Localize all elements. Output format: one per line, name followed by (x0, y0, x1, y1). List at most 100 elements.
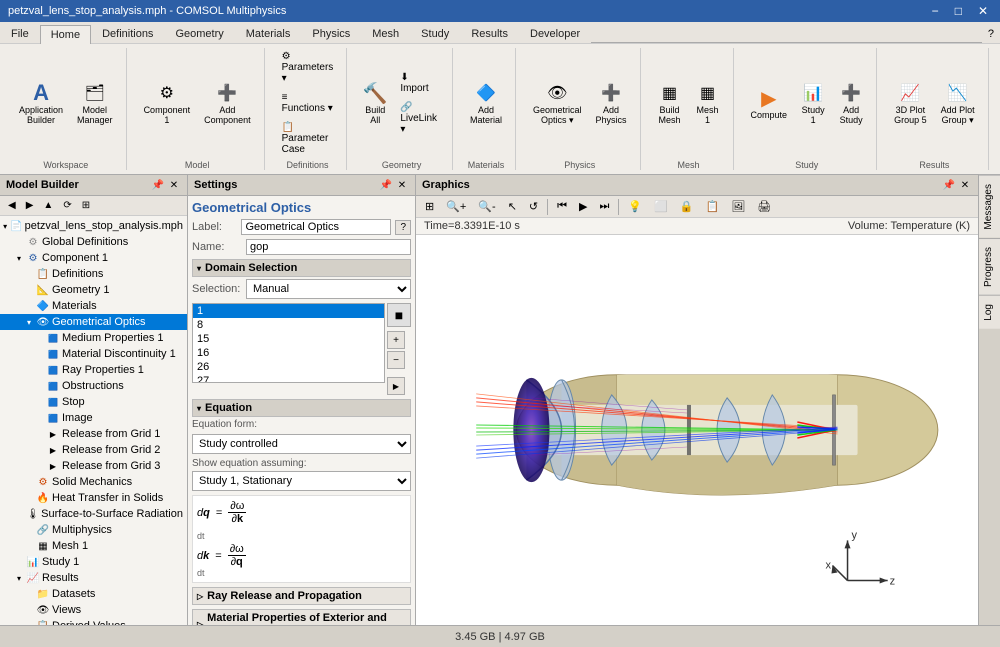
domain-item-15[interactable]: 15 (193, 332, 384, 346)
graphics-close-button[interactable]: ✕ (958, 178, 972, 192)
build-mesh-button[interactable]: ▦ BuildMesh (653, 78, 687, 128)
livelink-button[interactable]: 🔗 LiveLink ▾ (395, 99, 444, 138)
ray-release-header[interactable]: ▷ Ray Release and Propagation (192, 587, 411, 605)
import-button[interactable]: ⬇ Import (395, 69, 444, 97)
zoom-in-button[interactable]: 🔍+ (441, 198, 471, 215)
equation-section-header[interactable]: ▾ Equation (192, 399, 411, 417)
tab-physics[interactable]: Physics (301, 24, 361, 43)
tree-item-mat[interactable]: 🔷 Materials (0, 298, 187, 314)
component-button[interactable]: ⚙ Component1 (139, 78, 196, 128)
tree-item-mat-disc[interactable]: 🟦 Material Discontinuity 1 (0, 346, 187, 362)
settings-close-button[interactable]: ✕ (395, 178, 409, 192)
domain-item-8[interactable]: 8 (193, 318, 384, 332)
model-manager-button[interactable]: 🗂 ModelManager (72, 78, 118, 128)
parameter-case-button[interactable]: 📋 Parameter Case (277, 119, 339, 158)
tree-item-def[interactable]: 📋 Definitions (0, 266, 187, 282)
next-frame-button[interactable]: ⏭ (595, 198, 615, 215)
tree-item-derived[interactable]: 📋 Derived Values (0, 618, 187, 625)
build-all-button[interactable]: 🔨 BuildAll (359, 78, 391, 128)
domain-item-26[interactable]: 26 (193, 360, 384, 374)
prev-frame-button[interactable]: ⏮ (552, 198, 572, 215)
tree-item-rel-grid2[interactable]: ▶ Release from Grid 2 (0, 442, 187, 458)
domain-item-1[interactable]: 1 (193, 304, 384, 318)
domain-item-27[interactable]: 27 (193, 374, 384, 383)
tree-item-stop[interactable]: 🟦 Stop (0, 394, 187, 410)
label-help-button[interactable]: ? (395, 220, 411, 235)
minimize-button[interactable]: − (928, 4, 943, 18)
tab-geometry[interactable]: Geometry (164, 24, 234, 43)
tab-study[interactable]: Study (410, 24, 460, 43)
tree-item-datasets[interactable]: 📁 Datasets (0, 586, 187, 602)
tree-item-solid-mech[interactable]: ⚙ Solid Mechanics (0, 474, 187, 490)
parameters-button[interactable]: ⚙ Parameters ▾ (277, 48, 339, 87)
tab-definitions[interactable]: Definitions (91, 24, 164, 43)
select-button[interactable]: ↖ (503, 198, 522, 215)
print-button[interactable]: 🖨 (752, 198, 776, 215)
domain-remove-button[interactable]: − (387, 351, 405, 369)
label-field-input[interactable] (241, 219, 391, 235)
mb-forward-button[interactable]: ▶ (22, 198, 38, 213)
graphics-view[interactable]: y z x (416, 235, 978, 625)
eq-assuming-dropdown[interactable]: Study 1, Stationary (192, 471, 411, 491)
tree-item-rel-grid3[interactable]: ▶ Release from Grid 3 (0, 458, 187, 474)
messages-tab[interactable]: Messages (979, 175, 1000, 238)
log-tab[interactable]: Log (979, 295, 1000, 329)
domain-selection-header[interactable]: ▾ Domain Selection (192, 259, 411, 277)
scene-light-button[interactable]: 💡 (623, 198, 647, 215)
rotate-button[interactable]: ↺ (524, 198, 543, 215)
save-image-button[interactable]: 🖼 (726, 198, 750, 215)
add-component-button[interactable]: ➕ AddComponent (199, 78, 256, 128)
zoom-fit-button[interactable]: ⊞ (420, 198, 439, 215)
tab-results[interactable]: Results (460, 24, 519, 43)
lock-button[interactable]: 🔒 (675, 198, 699, 215)
tree-item-multiphys[interactable]: 🔗 Multiphysics (0, 522, 187, 538)
tree-item-global-def[interactable]: ⚙ Global Definitions (0, 234, 187, 250)
close-button[interactable]: ✕ (974, 4, 992, 18)
mb-close-button[interactable]: ✕ (167, 178, 181, 192)
geometrical-optics-button[interactable]: 👁 GeometricalOptics ▾ (528, 78, 587, 129)
tree-item-study1[interactable]: 📊 Study 1 (0, 554, 187, 570)
mb-back-button[interactable]: ◀ (4, 198, 20, 213)
mb-refresh-button[interactable]: ⟳ (59, 198, 75, 213)
add-physics-button[interactable]: ➕ AddPhysics (591, 78, 632, 128)
add-plot-button[interactable]: 📉 Add PlotGroup ▾ (936, 78, 980, 129)
tree-item-geopt[interactable]: ▾ 👁 Geometrical Optics (0, 314, 187, 330)
functions-button[interactable]: ≡ Functions ▾ (277, 89, 339, 117)
mb-pin-button[interactable]: 📌 (151, 178, 165, 192)
domain-add-button[interactable]: + (387, 331, 405, 349)
tree-item-ray-prop[interactable]: 🟦 Ray Properties 1 (0, 362, 187, 378)
help-button[interactable]: ? (982, 25, 1000, 43)
copy-image-button[interactable]: 📋 (701, 198, 725, 215)
name-field-input[interactable] (246, 239, 411, 255)
selection-dropdown[interactable]: Manual (246, 279, 411, 299)
3d-plot-group-button[interactable]: 📈 3D PlotGroup 5 (889, 78, 932, 128)
tab-materials[interactable]: Materials (235, 24, 302, 43)
zoom-out-button[interactable]: 🔍- (473, 198, 500, 215)
tree-item-rel-grid1[interactable]: ▶ Release from Grid 1 (0, 426, 187, 442)
tab-home[interactable]: Home (40, 25, 91, 44)
play-button[interactable]: ▶ (574, 198, 592, 215)
settings-pin-button[interactable]: 📌 (379, 178, 393, 192)
tree-item-results[interactable]: ▾ 📈 Results (0, 570, 187, 586)
domain-up-button[interactable]: ▶ (387, 377, 405, 395)
tree-item-views[interactable]: 👁 Views (0, 602, 187, 618)
tree-item-geom1[interactable]: 📐 Geometry 1 (0, 282, 187, 298)
domain-list[interactable]: 1 8 15 16 26 27 (192, 303, 385, 383)
tree-item-image[interactable]: 🟦 Image (0, 410, 187, 426)
tree-item-mesh1[interactable]: ▦ Mesh 1 (0, 538, 187, 554)
tree-item-obstr[interactable]: 🟦 Obstructions (0, 378, 187, 394)
application-builder-button[interactable]: A ApplicationBuilder (14, 78, 68, 128)
tree-item-med-prop[interactable]: 🟦 Medium Properties 1 (0, 330, 187, 346)
tree-item-surf-rad[interactable]: 🌡 Surface-to-Surface Radiation (0, 506, 187, 522)
maximize-button[interactable]: □ (951, 4, 966, 18)
material-props-header[interactable]: ▷ Material Properties of Exterior and Un… (192, 609, 411, 625)
compute-button[interactable]: ▶ Compute (746, 83, 793, 123)
tree-item-root[interactable]: ▾ 📄 petzval_lens_stop_analysis.mph (0, 218, 187, 234)
eq-form-dropdown[interactable]: Study controlled (192, 434, 411, 454)
mesh1-button[interactable]: ▦ Mesh1 (691, 78, 725, 128)
add-study-button[interactable]: ➕ AddStudy (834, 78, 868, 128)
mb-up-button[interactable]: ▲ (39, 198, 57, 213)
study1-button[interactable]: 📊 Study1 (796, 78, 830, 128)
mb-split-button[interactable]: ⊞ (78, 198, 94, 213)
tab-file[interactable]: File (0, 24, 40, 43)
